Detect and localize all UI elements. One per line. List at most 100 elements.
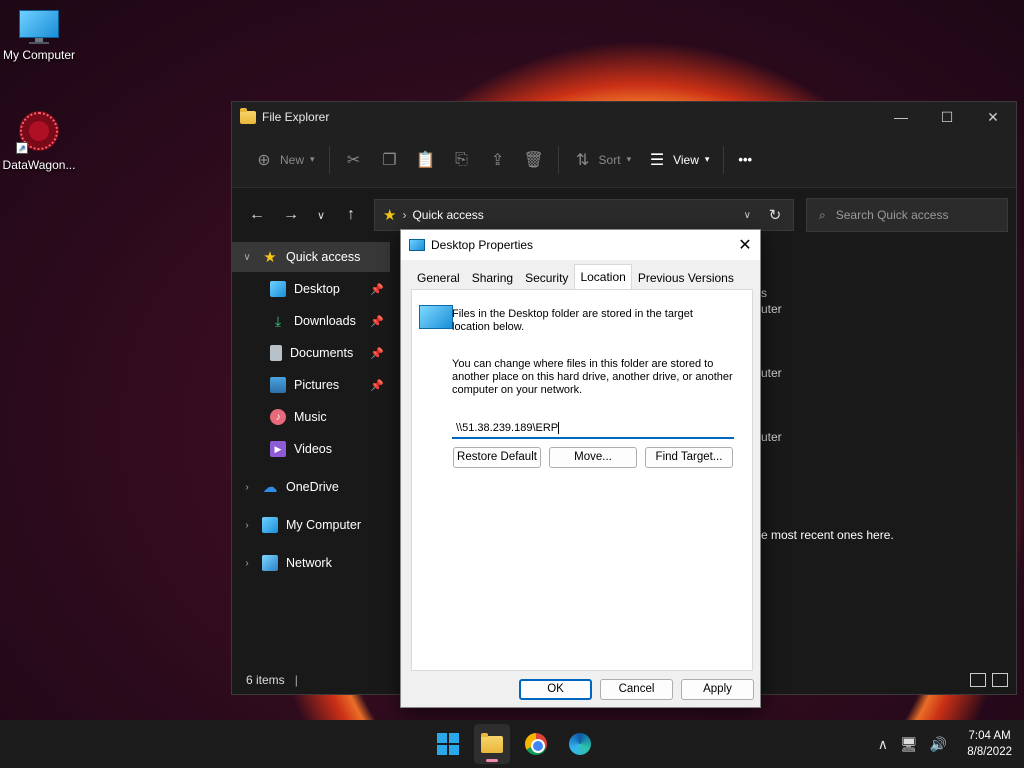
command-bar: ⊕ New ▾ ✂ ❐ 📋 ⎘ ⇪ 🗑 ⇅ Sort ▾ ☰ View ▾ ••… — [232, 132, 1016, 188]
shortcut-arrow-icon: ↗ — [16, 142, 28, 154]
change-line: You can change where files in this folde… — [452, 358, 714, 370]
chevron-down-icon: ▾ — [310, 154, 315, 164]
start-button[interactable] — [430, 724, 466, 764]
chevron-right-icon[interactable]: › — [240, 558, 254, 569]
sidebar-item-label: Videos — [294, 442, 332, 456]
text-caret — [558, 422, 560, 435]
tab-general[interactable]: General — [411, 267, 466, 289]
clock-time: 7:04 AM — [968, 730, 1011, 742]
copy-button[interactable]: ❐ — [372, 144, 408, 176]
minimize-button[interactable]: — — [878, 102, 924, 132]
desktop-folder-icon — [419, 305, 453, 329]
recent-locations-button[interactable]: ∨ — [308, 200, 334, 230]
tab-security[interactable]: Security — [519, 267, 574, 289]
apply-button[interactable]: Apply — [681, 679, 754, 700]
tab-location[interactable]: Location — [574, 264, 632, 289]
volume-icon[interactable]: 🔊 — [930, 736, 947, 753]
forward-button[interactable]: → — [274, 200, 308, 230]
system-tray: ∧ 🖥 🔊 7:04 AM 8/8/2022 — [878, 720, 1012, 768]
restore-default-button[interactable]: Restore Default — [453, 447, 541, 468]
cut-button[interactable]: ✂ — [336, 144, 372, 176]
chevron-down-icon[interactable]: ∨ — [240, 252, 254, 263]
new-button[interactable]: ⊕ New ▾ — [246, 144, 323, 176]
sidebar-item-label: Quick access — [286, 250, 361, 264]
dialog-title-bar[interactable]: Desktop Properties ✕ — [401, 230, 760, 260]
taskbar-chrome[interactable] — [518, 724, 554, 764]
refresh-button[interactable]: ↻ — [757, 206, 793, 224]
chrome-icon — [525, 733, 547, 755]
document-icon — [270, 345, 282, 361]
share-button[interactable]: ⇪ — [480, 144, 516, 176]
tiles-view-icon[interactable] — [992, 673, 1008, 687]
desktop-icon-datawagon[interactable]: ↗ DataWagon... — [0, 108, 78, 172]
dialog-tabs: General Sharing Security Location Previo… — [411, 264, 740, 289]
sidebar-item-documents[interactable]: Documents 📌 — [232, 338, 390, 368]
network-status-icon[interactable]: 🖥 — [900, 736, 918, 753]
window-title: File Explorer — [262, 110, 330, 124]
show-hidden-icons-button[interactable]: ∧ — [878, 736, 888, 753]
find-target-button[interactable]: Find Target... — [645, 447, 733, 468]
sidebar-item-onedrive[interactable]: › ☁ OneDrive — [232, 472, 390, 502]
sort-button[interactable]: ⇅ Sort ▾ — [565, 144, 640, 176]
sidebar-item-pictures[interactable]: Pictures 📌 — [232, 370, 390, 400]
cancel-button[interactable]: Cancel — [600, 679, 673, 700]
copy-icon: ❐ — [382, 151, 397, 169]
title-bar[interactable]: File Explorer — ☐ ✕ — [232, 102, 1016, 132]
windows-logo-icon — [437, 733, 459, 755]
more-options-button[interactable]: ••• — [730, 144, 760, 176]
details-view-icon[interactable] — [970, 673, 986, 687]
sidebar-item-videos[interactable]: ▶ Videos — [232, 434, 390, 464]
chevron-right-icon[interactable]: › — [240, 482, 254, 493]
close-button[interactable]: ✕ — [970, 102, 1016, 132]
new-label: New — [280, 152, 305, 167]
sidebar-item-label: Pictures — [294, 378, 340, 392]
sidebar-item-quick-access[interactable]: ∨ ★ Quick access — [232, 242, 390, 272]
folder-icon — [240, 107, 256, 124]
sidebar-item-label: Downloads — [294, 314, 356, 328]
taskbar-edge[interactable] — [562, 724, 598, 764]
sidebar-item-my-computer[interactable]: › My Computer — [232, 510, 390, 540]
view-icon: ☰ — [649, 151, 665, 169]
up-button[interactable]: ↑ — [334, 200, 368, 230]
paste-button[interactable]: 📋 — [408, 144, 444, 176]
chevron-down-icon[interactable]: ∨ — [744, 210, 751, 221]
content-text-fragment: uter — [761, 366, 782, 380]
back-button[interactable]: ← — [240, 200, 274, 230]
sidebar-item-network[interactable]: › Network — [232, 548, 390, 578]
sidebar-item-label: My Computer — [286, 518, 362, 532]
dialog-title: Desktop Properties — [431, 238, 534, 252]
clock[interactable]: 7:04 AM 8/8/2022 — [967, 728, 1012, 760]
rename-icon: ⎘ — [455, 150, 468, 168]
info-line: Files in the Desktop folder are stored i… — [452, 308, 693, 320]
view-button[interactable]: ☰ View ▾ — [639, 144, 717, 176]
taskbar: ∧ 🖥 🔊 7:04 AM 8/8/2022 — [0, 720, 1024, 768]
change-line: another place on this hard drive, anothe… — [452, 371, 733, 383]
info-text: Files in the Desktop folder are stored i… — [452, 308, 693, 334]
monitor-icon — [18, 10, 60, 44]
tab-sharing[interactable]: Sharing — [466, 267, 519, 289]
datawagon-logo-icon: ↗ — [16, 108, 62, 154]
maximize-button[interactable]: ☐ — [924, 102, 970, 132]
sidebar-item-desktop[interactable]: Desktop 📌 — [232, 274, 390, 304]
desktop-icon-my-computer[interactable]: My Computer — [0, 10, 78, 62]
sidebar-item-downloads[interactable]: ⤓ Downloads 📌 — [232, 306, 390, 336]
delete-button[interactable]: 🗑 — [516, 144, 552, 176]
videos-icon: ▶ — [270, 441, 286, 457]
sidebar-item-music[interactable]: ♪ Music — [232, 402, 390, 432]
address-bar[interactable]: ★ › Quick access ∨ ↻ — [374, 199, 794, 231]
content-text-fragment: uter — [761, 430, 782, 444]
edge-icon — [569, 733, 591, 755]
dialog-close-button[interactable]: ✕ — [730, 235, 760, 255]
change-location-text: You can change where files in this folde… — [452, 358, 733, 397]
target-path-value: \\51.38.239.189\ERP — [456, 422, 559, 434]
target-path-input[interactable]: \\51.38.239.189\ERP — [452, 419, 734, 439]
chevron-right-icon[interactable]: › — [240, 520, 254, 531]
taskbar-file-explorer[interactable] — [474, 724, 510, 764]
rename-button[interactable]: ⎘ — [444, 144, 480, 176]
ok-button[interactable]: OK — [519, 679, 592, 700]
tab-previous-versions[interactable]: Previous Versions — [632, 267, 740, 289]
breadcrumb-location[interactable]: Quick access — [412, 208, 483, 222]
desktop-properties-dialog: Desktop Properties ✕ General Sharing Sec… — [400, 229, 761, 708]
move-button[interactable]: Move... — [549, 447, 637, 468]
search-box[interactable]: ⌕ Search Quick access — [806, 198, 1008, 232]
